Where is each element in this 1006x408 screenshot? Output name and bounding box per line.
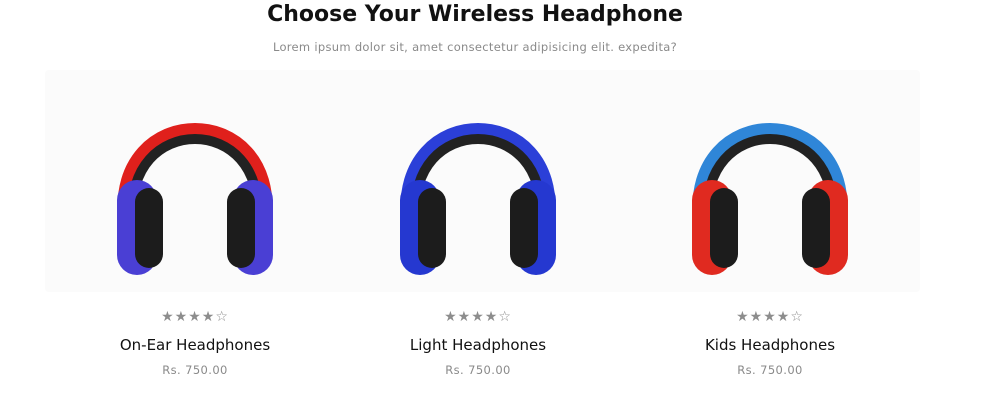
rating-stars: ★★★★☆ [444, 309, 512, 325]
product-image[interactable] [328, 70, 628, 292]
product-price: Rs. 750.00 [445, 363, 511, 377]
product-name[interactable]: Light Headphones [328, 334, 628, 356]
product-card[interactable]: ★★★★☆ On-Ear Headphones Rs. 750.00 [45, 70, 345, 400]
product-image[interactable] [45, 70, 345, 292]
rating-stars: ★★★★☆ [161, 309, 229, 325]
product-name[interactable]: On-Ear Headphones [45, 334, 345, 356]
headphones-icon [692, 123, 848, 275]
product-name[interactable]: Kids Headphones [620, 334, 920, 356]
product-price: Rs. 750.00 [162, 363, 228, 377]
section-subtitle: Lorem ipsum dolor sit, amet consectetur … [272, 40, 678, 54]
headphones-icon [117, 123, 273, 275]
product-card[interactable]: ★★★★☆ Light Headphones Rs. 750.00 [328, 70, 628, 400]
section-title: Choose Your Wireless Headphone [267, 2, 683, 27]
headphones-icon [400, 123, 556, 275]
product-card[interactable]: ★★★★☆ Kids Headphones Rs. 750.00 [620, 70, 920, 400]
rating-stars: ★★★★☆ [736, 309, 804, 325]
product-price: Rs. 750.00 [737, 363, 803, 377]
product-image[interactable] [620, 70, 920, 292]
